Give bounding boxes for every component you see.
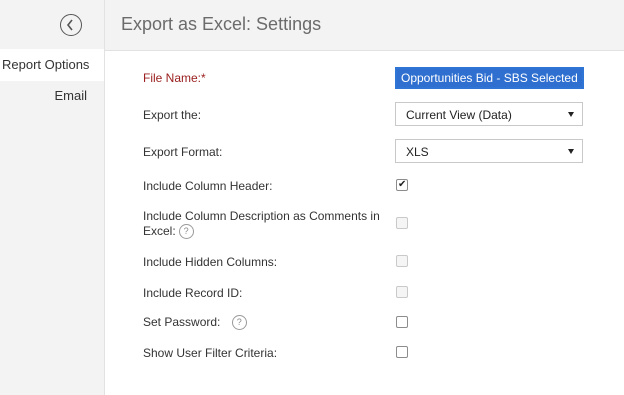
show-user-filter-criteria-checkbox[interactable]	[396, 346, 408, 358]
export-the-value: Current View (Data)	[406, 108, 512, 122]
include-record-id-checkbox[interactable]	[396, 286, 408, 298]
help-icon[interactable]: ?	[178, 224, 194, 240]
export-format-value: XLS	[406, 145, 429, 159]
export-the-label: Export the:	[143, 108, 202, 122]
show-user-filter-criteria-label: Show User Filter Criteria:	[143, 346, 278, 360]
sidebar-item-label: Report Options	[2, 57, 90, 72]
set-password-text: Set Password:	[143, 315, 221, 329]
set-password-label: Set Password: ?	[143, 315, 247, 331]
include-column-description-line2: Excel:	[143, 224, 176, 238]
export-the-select[interactable]: Current View (Data)	[395, 102, 583, 126]
file-name-input[interactable]: Opportunities Bid - SBS Selected	[395, 67, 584, 89]
file-name-value: Opportunities Bid - SBS Selected	[401, 71, 578, 85]
file-name-label: File Name:*	[143, 71, 206, 85]
back-icon[interactable]	[60, 14, 82, 36]
help-icon[interactable]: ?	[231, 315, 247, 331]
include-column-header-checkbox[interactable]: ✔	[396, 179, 408, 191]
include-hidden-columns-checkbox[interactable]	[396, 255, 408, 267]
page-title: Export as Excel: Settings	[121, 14, 322, 34]
sidebar-item-report-options[interactable]: Report Options	[0, 49, 104, 81]
include-column-header-label: Include Column Header:	[143, 179, 273, 193]
set-password-checkbox[interactable]	[396, 316, 408, 328]
sidebar-item-email[interactable]: Email	[0, 80, 104, 112]
export-format-label: Export Format:	[143, 145, 223, 159]
include-column-description-checkbox[interactable]	[396, 217, 408, 229]
include-column-description-line1: Include Column Description as Comments i…	[143, 209, 380, 223]
checkmark-icon: ✔	[398, 179, 407, 190]
include-column-description-label: Include Column Description as Comments i…	[143, 209, 380, 240]
include-record-id-label: Include Record ID:	[143, 286, 243, 300]
header: Export as Excel: Settings	[105, 0, 624, 51]
include-hidden-columns-label: Include Hidden Columns:	[143, 255, 278, 269]
sidebar-item-label: Email	[54, 88, 87, 103]
chevron-down-icon	[568, 149, 574, 154]
sidebar: Report Options Email	[0, 0, 105, 395]
chevron-down-icon	[568, 112, 574, 117]
export-format-select[interactable]: XLS	[395, 139, 583, 163]
